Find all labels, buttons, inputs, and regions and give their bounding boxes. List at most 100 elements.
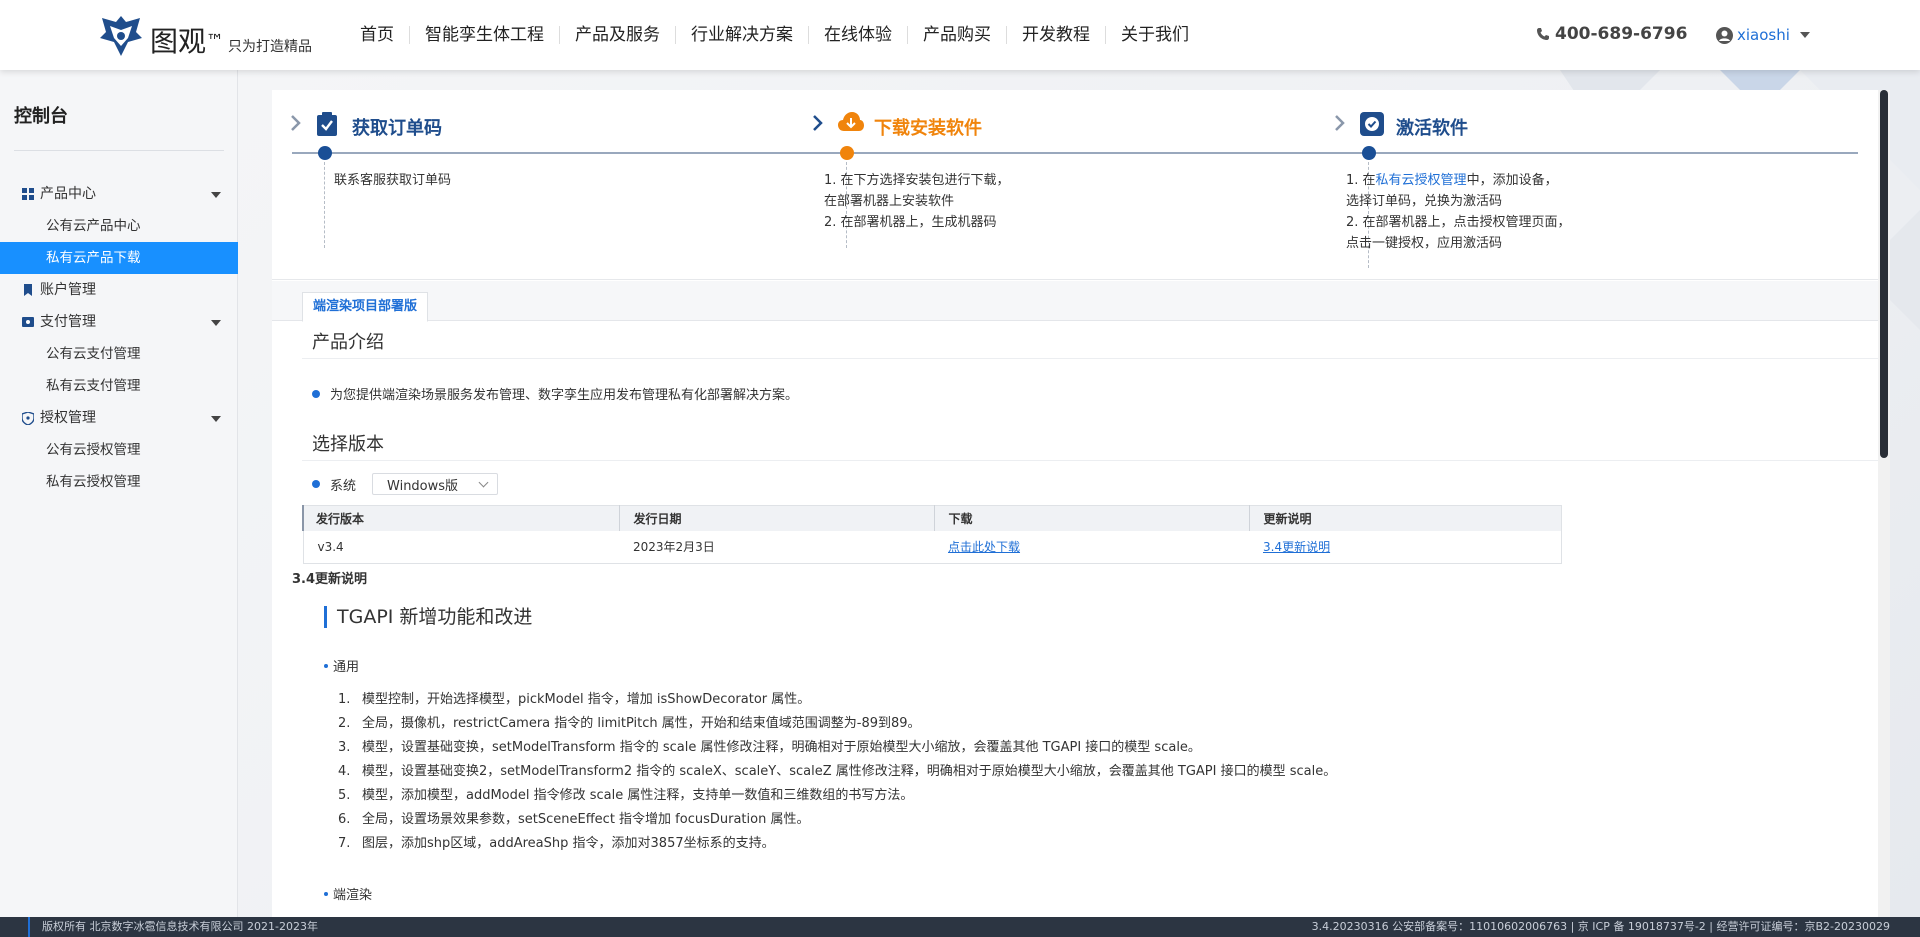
section-divider [302, 358, 1878, 359]
user-avatar-icon [1716, 26, 1733, 44]
phone-icon [1537, 28, 1549, 40]
step-dot [318, 146, 332, 160]
render-label: 端渲染 [333, 888, 373, 903]
nav-online-demo[interactable]: 在线体验 [809, 26, 908, 44]
step-description: 1. 在私有云授权管理中，添加设备， 选择订单码，兑换为激活码 2. 在部署机器… [1346, 170, 1571, 254]
list-item: 3. 模型，设置基础变换，setModelTransform 指令的 scale … [338, 740, 1201, 755]
col-release-notes: 更新说明 [1248, 505, 1562, 531]
menu-item-public-cloud-license[interactable]: 公有云授权管理 [0, 434, 238, 466]
step-guide-line [324, 162, 325, 248]
menu-item-private-cloud-license[interactable]: 私有云授权管理 [0, 466, 238, 498]
step-description: 联系客服获取订单码 [334, 170, 451, 191]
system-select-value: Windows版 [387, 478, 459, 494]
nav-twin-engineering[interactable]: 智能孪生体工程 [410, 26, 560, 44]
table-row: v3.4 2023年2月3日 点击此处下载 3.4更新说明 [303, 531, 1562, 564]
cell-release-date: 2023年2月3日 [633, 540, 715, 555]
footer-license-info: 3.4.20230316 公安部备案号：11010602006763 | 京 I… [1311, 920, 1890, 933]
menu-group-label: 产品中心 [40, 186, 96, 202]
change-text: 模型控制，开始选择模型，pickModel 指令，增加 isShowDecora… [362, 692, 811, 707]
nav-about[interactable]: 关于我们 [1106, 26, 1204, 44]
menu-group-payment[interactable]: 支付管理 [0, 306, 238, 338]
sidebar-menu: 产品中心 公有云产品中心 私有云产品下载 账户管理 支付管理 公有云支付管理 私… [0, 178, 238, 498]
private-license-link[interactable]: 私有云授权管理 [1376, 173, 1467, 188]
version-title: 选择版本 [312, 434, 384, 455]
main-area: 获取订单码 联系客服获取订单码 下载安装软件 1. 在下方选择安装包进行下载， … [238, 70, 1920, 917]
steps-progress-line [292, 152, 1858, 154]
menu-group-product-center[interactable]: 产品中心 [0, 178, 238, 210]
general-label: 通用 [333, 660, 360, 675]
sidebar-title: 控制台 [14, 106, 68, 127]
scrollbar-thumb[interactable] [1880, 90, 1888, 458]
step-title: 获取订单码 [352, 118, 442, 139]
table-header-row: 发行版本 发行日期 下载 更新说明 [302, 505, 1562, 531]
menu-item-public-cloud-products[interactable]: 公有云产品中心 [0, 210, 238, 242]
step-line: 选择订单码，兑换为激活码 [1346, 194, 1503, 209]
tab-render-deploy[interactable]: 端渲染项目部署版 [302, 292, 429, 322]
logo-text: 图观™ [150, 25, 225, 58]
cell-download: 点击此处下载 [934, 531, 1249, 564]
menu-item-private-cloud-payment[interactable]: 私有云支付管理 [0, 370, 238, 402]
chevron-down-icon [211, 320, 221, 326]
content-scrollbar[interactable] [1878, 90, 1890, 917]
tab-bar: 端渲染项目部署版 [272, 281, 1878, 322]
step-line-suffix: 中，添加设备， [1466, 173, 1558, 188]
sidebar: 控制台 产品中心 公有云产品中心 私有云产品下载 账户管理 支付管理 公有云支付… [0, 70, 238, 917]
content-panel: 获取订单码 联系客服获取订单码 下载安装软件 1. 在下方选择安装包进行下载， … [272, 90, 1878, 917]
change-text: 模型，设置基础变换2，setModelTransform2 指令的 scaleX… [362, 764, 1337, 779]
nav-solutions[interactable]: 行业解决方案 [676, 26, 809, 44]
bullet-dot [324, 663, 328, 668]
list-item: 7. 图层，添加shp区域，addAreaShp 指令，添加对3857坐标系的支持… [338, 836, 775, 851]
user-menu[interactable]: xiaoshi [1716, 26, 1810, 44]
nav-products-services[interactable]: 产品及服务 [560, 26, 676, 44]
chevron-down-icon [478, 477, 489, 487]
install-steps: 获取订单码 联系客服获取订单码 下载安装软件 1. 在下方选择安装包进行下载， … [272, 90, 1878, 280]
step-line: 1. 在下方选择安装包进行下载， [824, 173, 1010, 188]
chevron-right-icon [813, 115, 823, 131]
menu-item-public-cloud-payment[interactable]: 公有云支付管理 [0, 338, 238, 370]
menu-group-license[interactable]: 授权管理 [0, 402, 238, 434]
system-select[interactable]: Windows版 [372, 473, 499, 495]
system-selector-row: 系统 Windows版 [312, 473, 499, 495]
version-table: 发行版本 发行日期 下载 更新说明 v3.4 2023年2月3日 点击此处下载 … [302, 505, 1562, 564]
system-label: 系统 [330, 478, 357, 494]
main-nav: 首页 智能孪生体工程 产品及服务 行业解决方案 在线体验 产品购买 开发教程 关… [345, 0, 1204, 70]
menu-item-private-cloud-download[interactable]: 私有云产品下载 [0, 242, 238, 274]
phone-text: 400-689-6796 [1555, 24, 1688, 44]
footer: 版权所有 北京数字冰雹信息技术有限公司 2021-2023年 3.4.20230… [0, 917, 1920, 937]
release-notes-title: 3.4更新说明 [292, 572, 368, 587]
nav-tutorials[interactable]: 开发教程 [1007, 26, 1106, 44]
logo-mark-icon [100, 16, 142, 56]
list-item: 4. 模型，设置基础变换2，setModelTransform2 指令的 scal… [338, 764, 1337, 779]
download-link[interactable]: 点击此处下载 [948, 540, 1020, 554]
nav-purchase[interactable]: 产品购买 [908, 26, 1007, 44]
apps-icon [22, 188, 34, 200]
logo[interactable]: 图观™ 只为打造精品 [98, 12, 312, 58]
api-heading: TGAPI 新增功能和改进 [324, 606, 532, 628]
menu-group-label: 支付管理 [40, 314, 96, 330]
step-line: 1. 在私有云授权管理中，添加设备， [1346, 170, 1571, 191]
list-item: 2. 全局，摄像机，restrictCamera 指令的 limitPitch 属… [338, 716, 921, 731]
intro-text: 为您提供端渲染场景服务发布管理、数字孪生应用发布管理私有化部署解决方案。 [330, 388, 799, 403]
step-dot [840, 146, 854, 160]
step-line: 2. 在部署机器上，生成机器码 [824, 215, 997, 230]
step-line: 点击一键授权，应用激活码 [1346, 236, 1503, 251]
changes-list: 1. 模型控制，开始选择模型，pickModel 指令，增加 isShowDeco… [338, 688, 1336, 856]
step-title: 激活软件 [1396, 118, 1468, 139]
release-notes-link[interactable]: 3.4更新说明 [1263, 540, 1330, 554]
cell-version: v3.4 [317, 539, 344, 554]
menu-group-label: 账户管理 [40, 282, 96, 298]
step-description: 1. 在下方选择安装包进行下载， 在部署机器上安装软件 2. 在部署机器上，生成… [824, 170, 1010, 233]
list-item: 5. 模型，添加模型，addModel 指令修改 scale 属性注释，支持单一数… [338, 788, 914, 803]
render-heading: 端渲染 [324, 884, 372, 903]
change-text: 全局，设置场景效果参数，setSceneEffect 指令增加 focusDur… [362, 812, 810, 827]
section-divider [302, 460, 1878, 461]
intro-bullet: 为您提供端渲染场景服务发布管理、数字孪生应用发布管理私有化部署解决方案。 [312, 384, 798, 403]
step-line: 联系客服获取订单码 [334, 173, 452, 188]
nav-home[interactable]: 首页 [345, 26, 410, 44]
menu-group-account[interactable]: 账户管理 [0, 274, 238, 306]
phone-number: 400-689-6796 [1536, 24, 1687, 44]
col-download: 下载 [933, 505, 1249, 531]
footer-copyright: 版权所有 北京数字冰雹信息技术有限公司 2021-2023年 [28, 917, 318, 937]
top-header: 图观™ 只为打造精品 首页 智能孪生体工程 产品及服务 行业解决方案 在线体验 … [0, 0, 1920, 70]
chevron-right-icon [1335, 115, 1345, 131]
